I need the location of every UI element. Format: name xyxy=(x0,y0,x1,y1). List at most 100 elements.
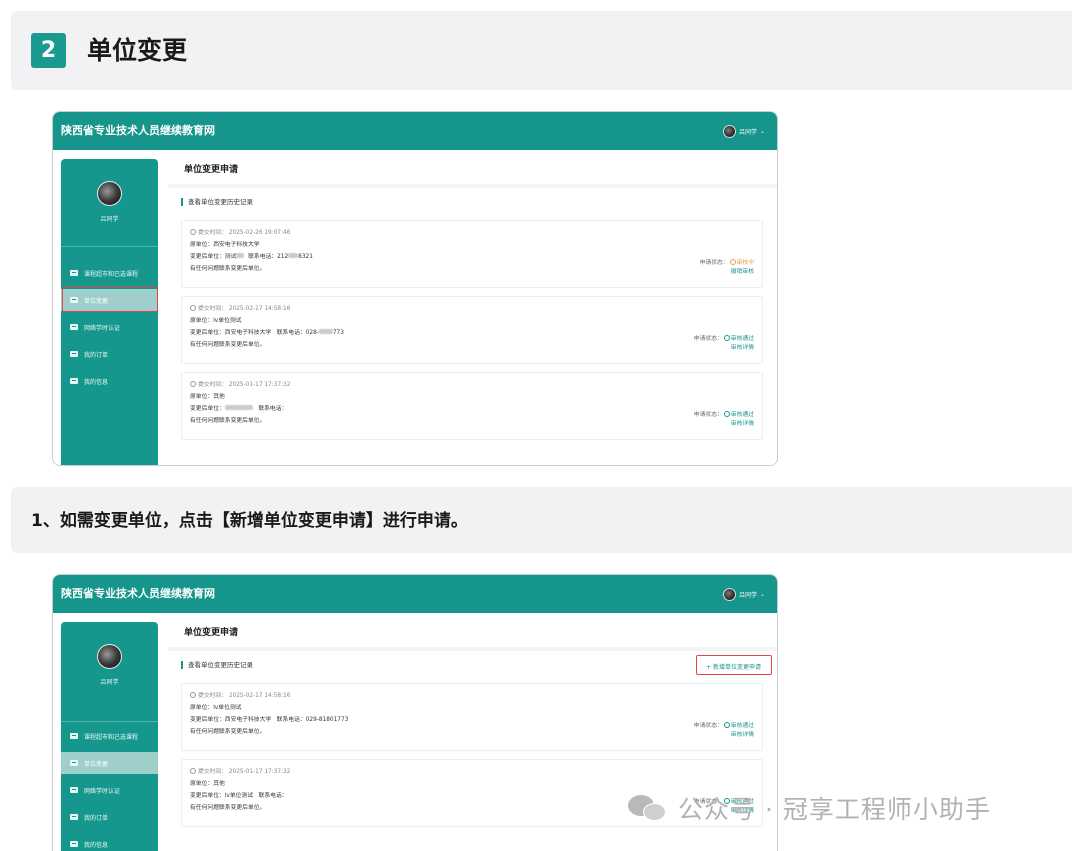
folder-icon xyxy=(70,841,78,847)
sidebar-item-hours-certification[interactable]: 网络学时认证 xyxy=(61,316,158,338)
review-details-link[interactable]: 审核详情 xyxy=(694,420,754,429)
status-block: 申请状态： 审核通过 审核详情 xyxy=(693,411,754,429)
check-circle-icon xyxy=(723,722,730,728)
user-name: 吕同学 xyxy=(738,128,757,136)
status-badge: 审核通过 xyxy=(730,412,754,418)
cancel-review-link[interactable]: 撤销审核 xyxy=(700,268,754,277)
watermark-text: 公众号 · 冠享工程师小助手 xyxy=(678,795,991,824)
new-unit-line: 变更后单位： 联系电话： xyxy=(190,405,288,412)
original-unit: 原单位：西安电子科技大学 xyxy=(190,242,260,248)
original-unit: 原单位：其他 xyxy=(190,781,225,787)
avatar xyxy=(722,124,736,138)
sidebar-item-label: 单位变更 xyxy=(84,760,109,768)
note: 有任何问题联系变更后单位。 xyxy=(190,729,266,735)
avatar xyxy=(722,587,736,601)
sidebar-item-label: 课程超市和已选课程 xyxy=(84,270,139,278)
clock-icon xyxy=(190,692,196,698)
submit-time: 提交时间： 2025-02-17 14:58:16 xyxy=(190,692,290,700)
new-unit-line: 变更后单位：测试 联系电话：212 8321 xyxy=(190,253,313,260)
note: 有任何问题联系变更后单位。 xyxy=(190,266,266,272)
user-name: 吕同学 xyxy=(738,591,757,599)
watermark: 公众号 · 冠享工程师小助手 xyxy=(628,791,991,825)
check-circle-icon xyxy=(723,335,730,341)
sidebar-item-courses[interactable]: 课程超市和已选课程 xyxy=(61,725,158,747)
folder-icon xyxy=(70,787,78,793)
section-number-badge: 2 xyxy=(31,33,66,68)
highlight-box xyxy=(696,655,772,675)
status-block: 申请状态： 审核中 撤销审核 xyxy=(699,259,754,277)
status-badge: 审核通过 xyxy=(730,723,754,729)
sidebar-item-label: 课程超市和已选课程 xyxy=(84,733,139,741)
user-menu[interactable]: 吕同学 ⌄ xyxy=(722,124,765,138)
page-title: 单位变更申请 xyxy=(184,628,239,638)
divider xyxy=(168,184,777,188)
note: 有任何问题联系变更后单位。 xyxy=(190,418,266,424)
sidebar-item-label: 网络学时认证 xyxy=(84,787,121,795)
divider xyxy=(168,647,777,651)
highlight-box xyxy=(62,287,158,312)
sidebar-item-courses[interactable]: 课程超市和已选课程 xyxy=(61,262,158,284)
user-menu[interactable]: 吕同学 ⌄ xyxy=(722,587,765,601)
screenshot-history: 陕西省专业技术人员继续教育网 吕同学 ⌄ 吕同学 课程超市和已选课程 单位变更 … xyxy=(52,111,778,466)
new-unit-line: 变更后单位：西安电子科技大学 联系电话：029-81801773 xyxy=(190,717,349,723)
clock-icon xyxy=(190,381,196,387)
app-header: 陕西省专业技术人员继续教育网 吕同学 ⌄ xyxy=(53,575,777,613)
sidebar-item-label: 我的信息 xyxy=(84,841,109,849)
avatar xyxy=(97,181,122,206)
submit-time: 提交时间： 2025-02-17 14:58:16 xyxy=(190,305,290,313)
status-block: 申请状态： 审核通过 审核详情 xyxy=(693,335,754,353)
status-badge: 审核通过 xyxy=(730,336,754,342)
review-details-link[interactable]: 审核详情 xyxy=(694,344,754,353)
folder-icon xyxy=(70,378,78,384)
sidebar-item-my-info[interactable]: 我的信息 xyxy=(61,370,158,392)
sidebar-item-label: 网络学时认证 xyxy=(84,324,121,332)
app-title: 陕西省专业技术人员继续教育网 xyxy=(61,124,215,137)
sidebar-item-orders[interactable]: 我的订单 xyxy=(61,343,158,365)
review-details-link[interactable]: 审核详情 xyxy=(694,731,754,740)
avatar xyxy=(97,644,122,669)
page-title: 单位变更申请 xyxy=(184,165,239,175)
note: 有任何问题联系变更后单位。 xyxy=(190,342,266,348)
sidebar-item-my-info[interactable]: 我的信息 xyxy=(61,833,158,851)
status-badge: 审核中 xyxy=(736,260,754,266)
original-unit: 原单位：lv单位测试 xyxy=(190,318,242,324)
sidebar-item-unit-change[interactable]: 单位变更 xyxy=(61,752,158,774)
new-unit-line: 变更后单位：lv单位测试 联系电话： xyxy=(190,793,288,799)
original-unit: 原单位：lv单位测试 xyxy=(190,705,242,711)
step-text: 1、如需变更单位，点击【新增单位变更申请】进行申请。 xyxy=(31,511,468,531)
list-item: 提交时间： 2025-02-17 14:58:16 原单位：lv单位测试 变更后… xyxy=(181,296,763,364)
submit-time: 提交时间： 2025-01-17 17:37:32 xyxy=(190,381,290,389)
sidebar: 吕同学 课程超市和已选课程 单位变更 网络学时认证 我的订单 我的信息 xyxy=(61,622,158,851)
list-item: 提交时间： 2025-02-17 14:58:16 原单位：lv单位测试 变更后… xyxy=(181,683,763,751)
app-header: 陕西省专业技术人员继续教育网 吕同学 ⌄ xyxy=(53,112,777,150)
clock-icon xyxy=(190,305,196,311)
sidebar-user-name: 吕同学 xyxy=(100,679,119,686)
clock-icon xyxy=(190,768,196,774)
folder-icon xyxy=(70,760,78,766)
main-content: 单位变更申请 查看单位变更历史记录 提交时间： 2025-02-26 19:07… xyxy=(168,150,777,465)
folder-icon xyxy=(70,733,78,739)
submit-time: 提交时间： 2025-02-26 19:07:46 xyxy=(190,229,290,237)
sidebar-item-hours-certification[interactable]: 网络学时认证 xyxy=(61,779,158,801)
folder-icon xyxy=(70,324,78,330)
original-unit: 原单位：其他 xyxy=(190,394,225,400)
submit-time: 提交时间： 2025-01-17 17:37:32 xyxy=(190,768,290,776)
sidebar: 吕同学 课程超市和已选课程 单位变更 网络学时认证 我的订单 我的信息 xyxy=(61,159,158,465)
chevron-down-icon: ⌄ xyxy=(759,590,765,598)
status-block: 申请状态： 审核通过 审核详情 xyxy=(693,722,754,740)
divider xyxy=(61,246,158,247)
sidebar-user-name: 吕同学 xyxy=(100,216,119,223)
list-item: 提交时间： 2025-01-17 17:37:32 原单位：其他 变更后单位： … xyxy=(181,372,763,440)
section-title: 单位变更 xyxy=(87,36,188,65)
article-page: 2 单位变更 陕西省专业技术人员继续教育网 吕同学 ⌄ 吕同学 课程超市和已选课… xyxy=(0,0,1072,851)
sidebar-item-orders[interactable]: 我的订单 xyxy=(61,806,158,828)
list-item: 提交时间： 2025-02-26 19:07:46 原单位：西安电子科技大学 变… xyxy=(181,220,763,288)
new-unit-line: 变更后单位：西安电子科技大学 联系电话：028- 773 xyxy=(190,329,344,336)
clock-icon xyxy=(729,259,736,265)
sidebar-item-label: 我的信息 xyxy=(84,378,109,386)
history-title: 查看单位变更历史记录 xyxy=(181,198,253,206)
section-header: 2 单位变更 xyxy=(11,11,1072,90)
app-title: 陕西省专业技术人员继续教育网 xyxy=(61,587,215,600)
folder-icon xyxy=(70,270,78,276)
step-instruction: 1、如需变更单位，点击【新增单位变更申请】进行申请。 xyxy=(11,487,1072,553)
